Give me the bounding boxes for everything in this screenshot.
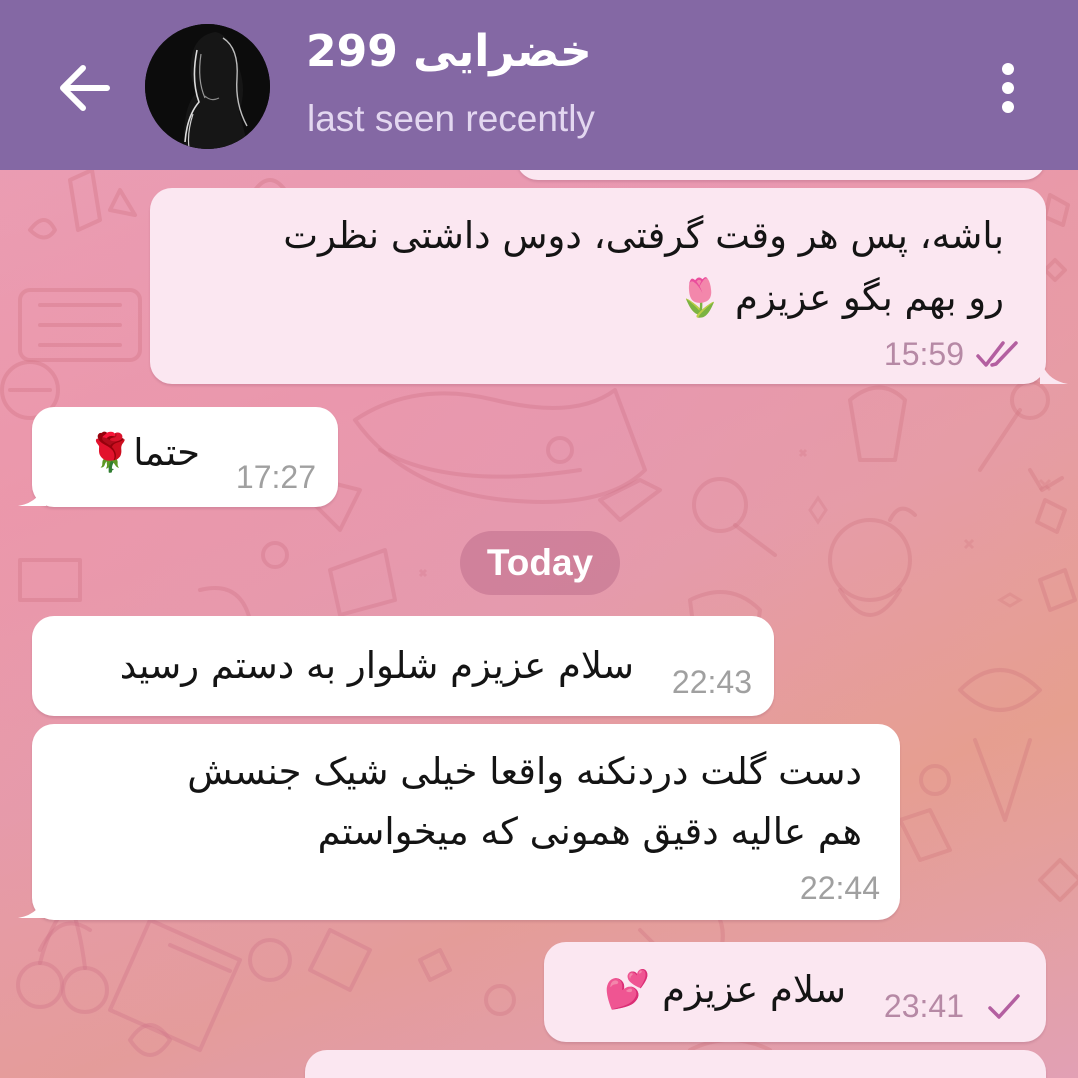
chat-title[interactable]: خضرایی 299 xyxy=(306,26,592,77)
message-text: سلام عزیزم شلوار به دستم رسید xyxy=(119,644,634,687)
back-button[interactable] xyxy=(48,56,118,120)
avatar-image xyxy=(145,24,270,149)
avatar[interactable] xyxy=(145,24,270,149)
menu-button[interactable] xyxy=(990,58,1026,118)
message-time: 22:44 xyxy=(799,870,880,906)
chat-header: خضرایی 299 last seen recently xyxy=(0,0,1078,170)
message-time: 22:43 xyxy=(671,664,752,700)
message-text-line: رو بهم بگو عزیزم 🌷 xyxy=(677,276,1004,319)
message-text: حتما🌹 xyxy=(87,431,200,474)
message-bubble[interactable]: سلام عزیزم 💕 23:41 xyxy=(544,942,1046,1042)
message-text-line: باشه، پس هر وقت گرفتی، دوس داشتی نظرت xyxy=(283,214,1004,257)
message-bubble[interactable]: باشه، پس هر وقت گرفتی، دوس داشتی نظرت رو… xyxy=(150,188,1046,384)
message-bubble-partial[interactable] xyxy=(305,1050,1046,1078)
message-time: 15:59 xyxy=(883,336,964,372)
chat-status: last seen recently xyxy=(307,98,595,139)
message-bubble[interactable]: حتما🌹 17:27 xyxy=(32,407,338,507)
message-bubble[interactable]: دست گلت دردنکنه واقعا خیلی شیک جنسش هم ع… xyxy=(32,724,900,920)
bubble-tail xyxy=(18,890,46,918)
kebab-menu-icon xyxy=(1002,63,1014,113)
chat-screen: باشه، پس هر وقت گرفتی، دوس داشتی نظرت رو… xyxy=(0,0,1078,1078)
single-check-icon xyxy=(988,994,1020,1019)
message-text: سلام عزیزم 💕 xyxy=(604,968,846,1011)
bubble-tail xyxy=(1040,356,1068,384)
message-bubble[interactable]: سلام عزیزم شلوار به دستم رسید 22:43 xyxy=(32,616,774,716)
message-text-line: دست گلت دردنکنه واقعا خیلی شیک جنسش xyxy=(187,750,862,793)
message-time: 17:27 xyxy=(235,459,316,495)
message-time: 23:41 xyxy=(883,988,964,1024)
message-text-line: هم عالیه دقیق همونی که میخواستم xyxy=(317,810,862,853)
double-check-icon xyxy=(976,341,1018,367)
bubble-tail xyxy=(18,478,46,506)
arrow-left-icon xyxy=(60,65,110,111)
date-separator: Today xyxy=(460,531,620,595)
